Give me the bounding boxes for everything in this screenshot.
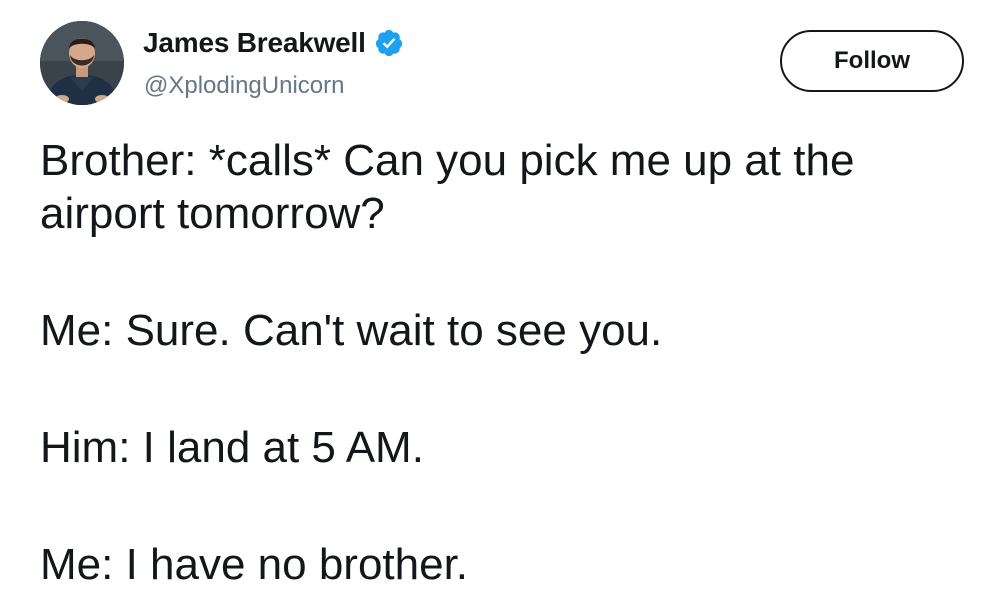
avatar-image [40, 21, 124, 105]
tweet-card: James Breakwell @XplodingUnicorn Follow … [0, 0, 990, 592]
tweet-line: Brother: *calls* Can you pick me up at t… [40, 136, 867, 238]
tweet-line: Him: I land at 5 AM. [40, 423, 424, 472]
tweet-text: Brother: *calls* Can you pick me up at t… [40, 134, 970, 591]
verified-badge-icon [374, 28, 404, 58]
follow-button[interactable]: Follow [780, 30, 964, 92]
avatar[interactable] [40, 21, 124, 105]
tweet-line: Me: Sure. Can't wait to see you. [40, 306, 663, 355]
author-handle[interactable]: @XplodingUnicorn [144, 72, 344, 100]
tweet-line: Me: I have no brother. [40, 540, 469, 589]
author-name-row: James Breakwell [143, 25, 404, 61]
author-display-name[interactable]: James Breakwell [143, 27, 366, 59]
